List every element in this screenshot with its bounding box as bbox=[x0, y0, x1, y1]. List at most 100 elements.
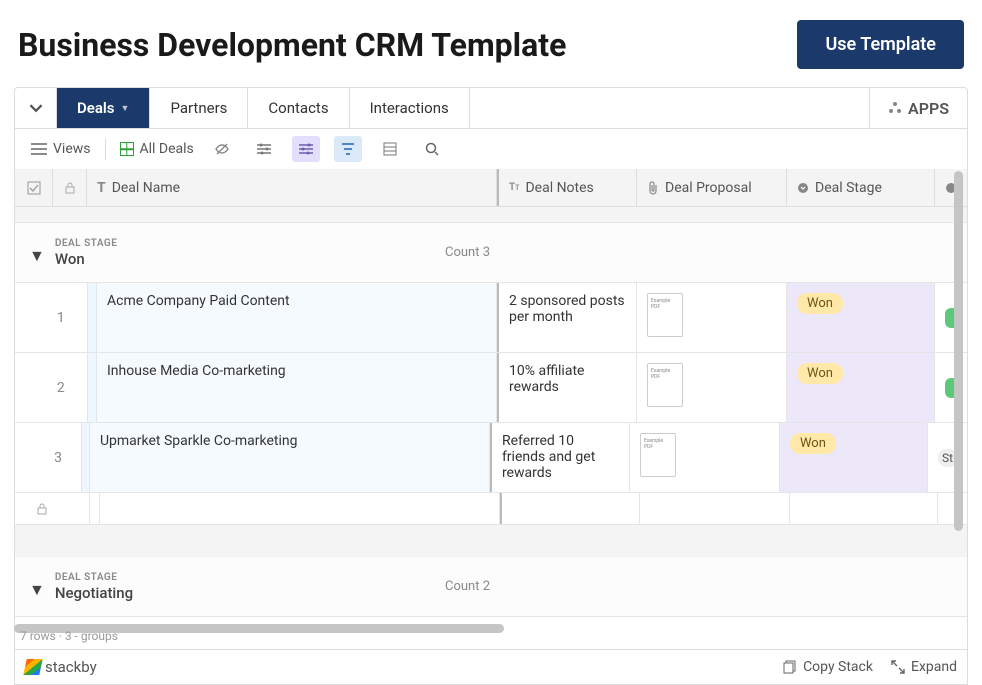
cell-deal-stage[interactable]: Won bbox=[787, 283, 935, 352]
copy-stack-button[interactable]: Copy Stack bbox=[783, 659, 873, 675]
use-template-button[interactable]: Use Template bbox=[797, 20, 964, 69]
group-count: Count 2 bbox=[445, 579, 490, 594]
brand-label: stackby bbox=[45, 658, 97, 676]
all-deals-view[interactable]: All Deals bbox=[120, 141, 194, 157]
data-table: T Deal Name TT Deal Notes Deal Proposal De… bbox=[14, 169, 968, 657]
column-label: Deal Proposal bbox=[665, 180, 752, 196]
cell-deal-name[interactable]: Upmarket Sparkle Co-marketing bbox=[90, 423, 490, 492]
toolbar: Views All Deals bbox=[14, 129, 968, 169]
row-accent bbox=[82, 423, 90, 492]
select-icon bbox=[797, 182, 809, 194]
cell-deal-notes[interactable]: 2 sponsored posts per month bbox=[497, 283, 637, 352]
sort-button[interactable] bbox=[334, 136, 362, 162]
column-deal-name[interactable]: T Deal Name bbox=[87, 169, 497, 206]
select-all-checkbox[interactable] bbox=[15, 169, 53, 206]
brand[interactable]: stackby bbox=[25, 658, 97, 676]
filter-button[interactable] bbox=[250, 136, 278, 162]
group-gap bbox=[15, 525, 967, 557]
row-number: 1 bbox=[15, 283, 88, 352]
sliders-icon bbox=[256, 142, 272, 156]
tab-deals[interactable]: Deals ▼ bbox=[57, 88, 150, 128]
group-field-label: DEAL STAGE bbox=[55, 238, 118, 249]
eye-off-icon bbox=[214, 142, 230, 156]
tab-partners[interactable]: Partners bbox=[150, 88, 248, 128]
menu-icon bbox=[31, 143, 47, 155]
column-label: Deal Name bbox=[112, 180, 180, 196]
divider bbox=[105, 138, 106, 160]
table-header: T Deal Name TT Deal Notes Deal Proposal De… bbox=[15, 169, 967, 207]
column-label: Deal Stage bbox=[815, 180, 882, 196]
lock-icon bbox=[37, 503, 47, 515]
copy-label: Copy Stack bbox=[803, 659, 873, 675]
table-row[interactable]: 3 Upmarket Sparkle Co-marketing Referred… bbox=[15, 423, 967, 493]
tabs-bar: Deals ▼ Partners Contacts Interactions AP… bbox=[14, 87, 968, 129]
views-label: Views bbox=[53, 141, 91, 157]
row-accent bbox=[88, 353, 97, 422]
column-label: Deal Notes bbox=[525, 180, 593, 196]
spacer bbox=[15, 207, 967, 223]
table-row[interactable]: 1 Acme Company Paid Content 2 sponsored … bbox=[15, 283, 967, 353]
search-button[interactable] bbox=[418, 136, 446, 162]
hide-fields-button[interactable] bbox=[208, 136, 236, 162]
tab-label: Deals bbox=[77, 99, 115, 117]
grid-icon bbox=[120, 142, 134, 156]
row-height-button[interactable] bbox=[376, 136, 404, 162]
stage-pill: Won bbox=[797, 363, 843, 384]
collapse-arrow-icon[interactable]: ▼ bbox=[29, 246, 45, 266]
expand-label: Expand bbox=[911, 659, 957, 675]
tabs-dropdown-toggle[interactable] bbox=[15, 88, 57, 128]
group-header-negotiating[interactable]: ▼ DEAL STAGE Negotiating Count 2 bbox=[15, 557, 967, 617]
group-value: Won bbox=[55, 250, 118, 268]
tab-contacts[interactable]: Contacts bbox=[248, 88, 349, 128]
group-header-won[interactable]: ▼ DEAL STAGE Won Count 3 bbox=[15, 223, 967, 283]
cell-deal-proposal[interactable]: Example PDF bbox=[630, 423, 780, 492]
tab-interactions[interactable]: Interactions bbox=[350, 88, 470, 128]
caret-down-icon: ▼ bbox=[121, 103, 130, 114]
cell-deal-notes[interactable]: 10% affiliate rewards bbox=[497, 353, 637, 422]
column-deal-notes[interactable]: TT Deal Notes bbox=[497, 169, 637, 206]
row-height-icon bbox=[383, 142, 397, 156]
filter-icon bbox=[341, 142, 355, 156]
copy-icon bbox=[783, 660, 797, 674]
vertical-scrollbar[interactable] bbox=[954, 171, 963, 531]
attachment-icon bbox=[647, 181, 659, 195]
collapse-arrow-icon[interactable]: ▼ bbox=[29, 580, 45, 600]
apps-icon bbox=[888, 101, 902, 115]
group-value: Negotiating bbox=[55, 584, 133, 602]
chevron-down-icon bbox=[29, 101, 43, 115]
apps-button[interactable]: APPS bbox=[869, 88, 967, 128]
table-row[interactable]: 2 Inhouse Media Co-marketing 10% affilia… bbox=[15, 353, 967, 423]
lock-column-header bbox=[53, 169, 87, 206]
expand-button[interactable]: Expand bbox=[891, 659, 957, 675]
row-accent bbox=[88, 283, 97, 352]
document-thumbnail[interactable]: Example PDF bbox=[647, 293, 683, 337]
group-button[interactable] bbox=[292, 136, 320, 162]
cell-deal-proposal[interactable]: Example PDF bbox=[637, 283, 787, 352]
add-row[interactable] bbox=[15, 493, 967, 525]
document-thumbnail[interactable]: Example PDF bbox=[640, 433, 676, 477]
page-title: Business Development CRM Template bbox=[18, 26, 566, 64]
cell-deal-notes[interactable]: Referred 10 friends and get rewards bbox=[490, 423, 630, 492]
group-field-label: DEAL STAGE bbox=[55, 572, 133, 583]
column-deal-proposal[interactable]: Deal Proposal bbox=[637, 169, 787, 206]
text-icon: T bbox=[97, 180, 106, 196]
cell-deal-name[interactable]: Inhouse Media Co-marketing bbox=[97, 353, 497, 422]
cell-deal-stage[interactable]: Won bbox=[780, 423, 928, 492]
document-thumbnail[interactable]: Example PDF bbox=[647, 363, 683, 407]
cell-deal-proposal[interactable]: Example PDF bbox=[637, 353, 787, 422]
brand-logo-icon bbox=[23, 659, 42, 675]
search-icon bbox=[425, 142, 439, 156]
lock-icon bbox=[65, 182, 75, 194]
cell-deal-name[interactable]: Acme Company Paid Content bbox=[97, 283, 497, 352]
row-number: 3 bbox=[15, 423, 82, 492]
cell-deal-stage[interactable]: Won bbox=[787, 353, 935, 422]
checkbox-icon bbox=[27, 181, 41, 195]
views-button[interactable]: Views bbox=[31, 141, 91, 157]
apps-label: APPS bbox=[908, 99, 949, 118]
text-icon: TT bbox=[509, 182, 519, 193]
footer-bar: stackby Copy Stack Expand bbox=[14, 649, 968, 685]
all-deals-label: All Deals bbox=[140, 141, 194, 157]
status-summary: 7 rows · 3 - groups bbox=[20, 629, 118, 643]
column-deal-stage[interactable]: Deal Stage bbox=[787, 169, 935, 206]
stage-pill: Won bbox=[790, 433, 836, 454]
